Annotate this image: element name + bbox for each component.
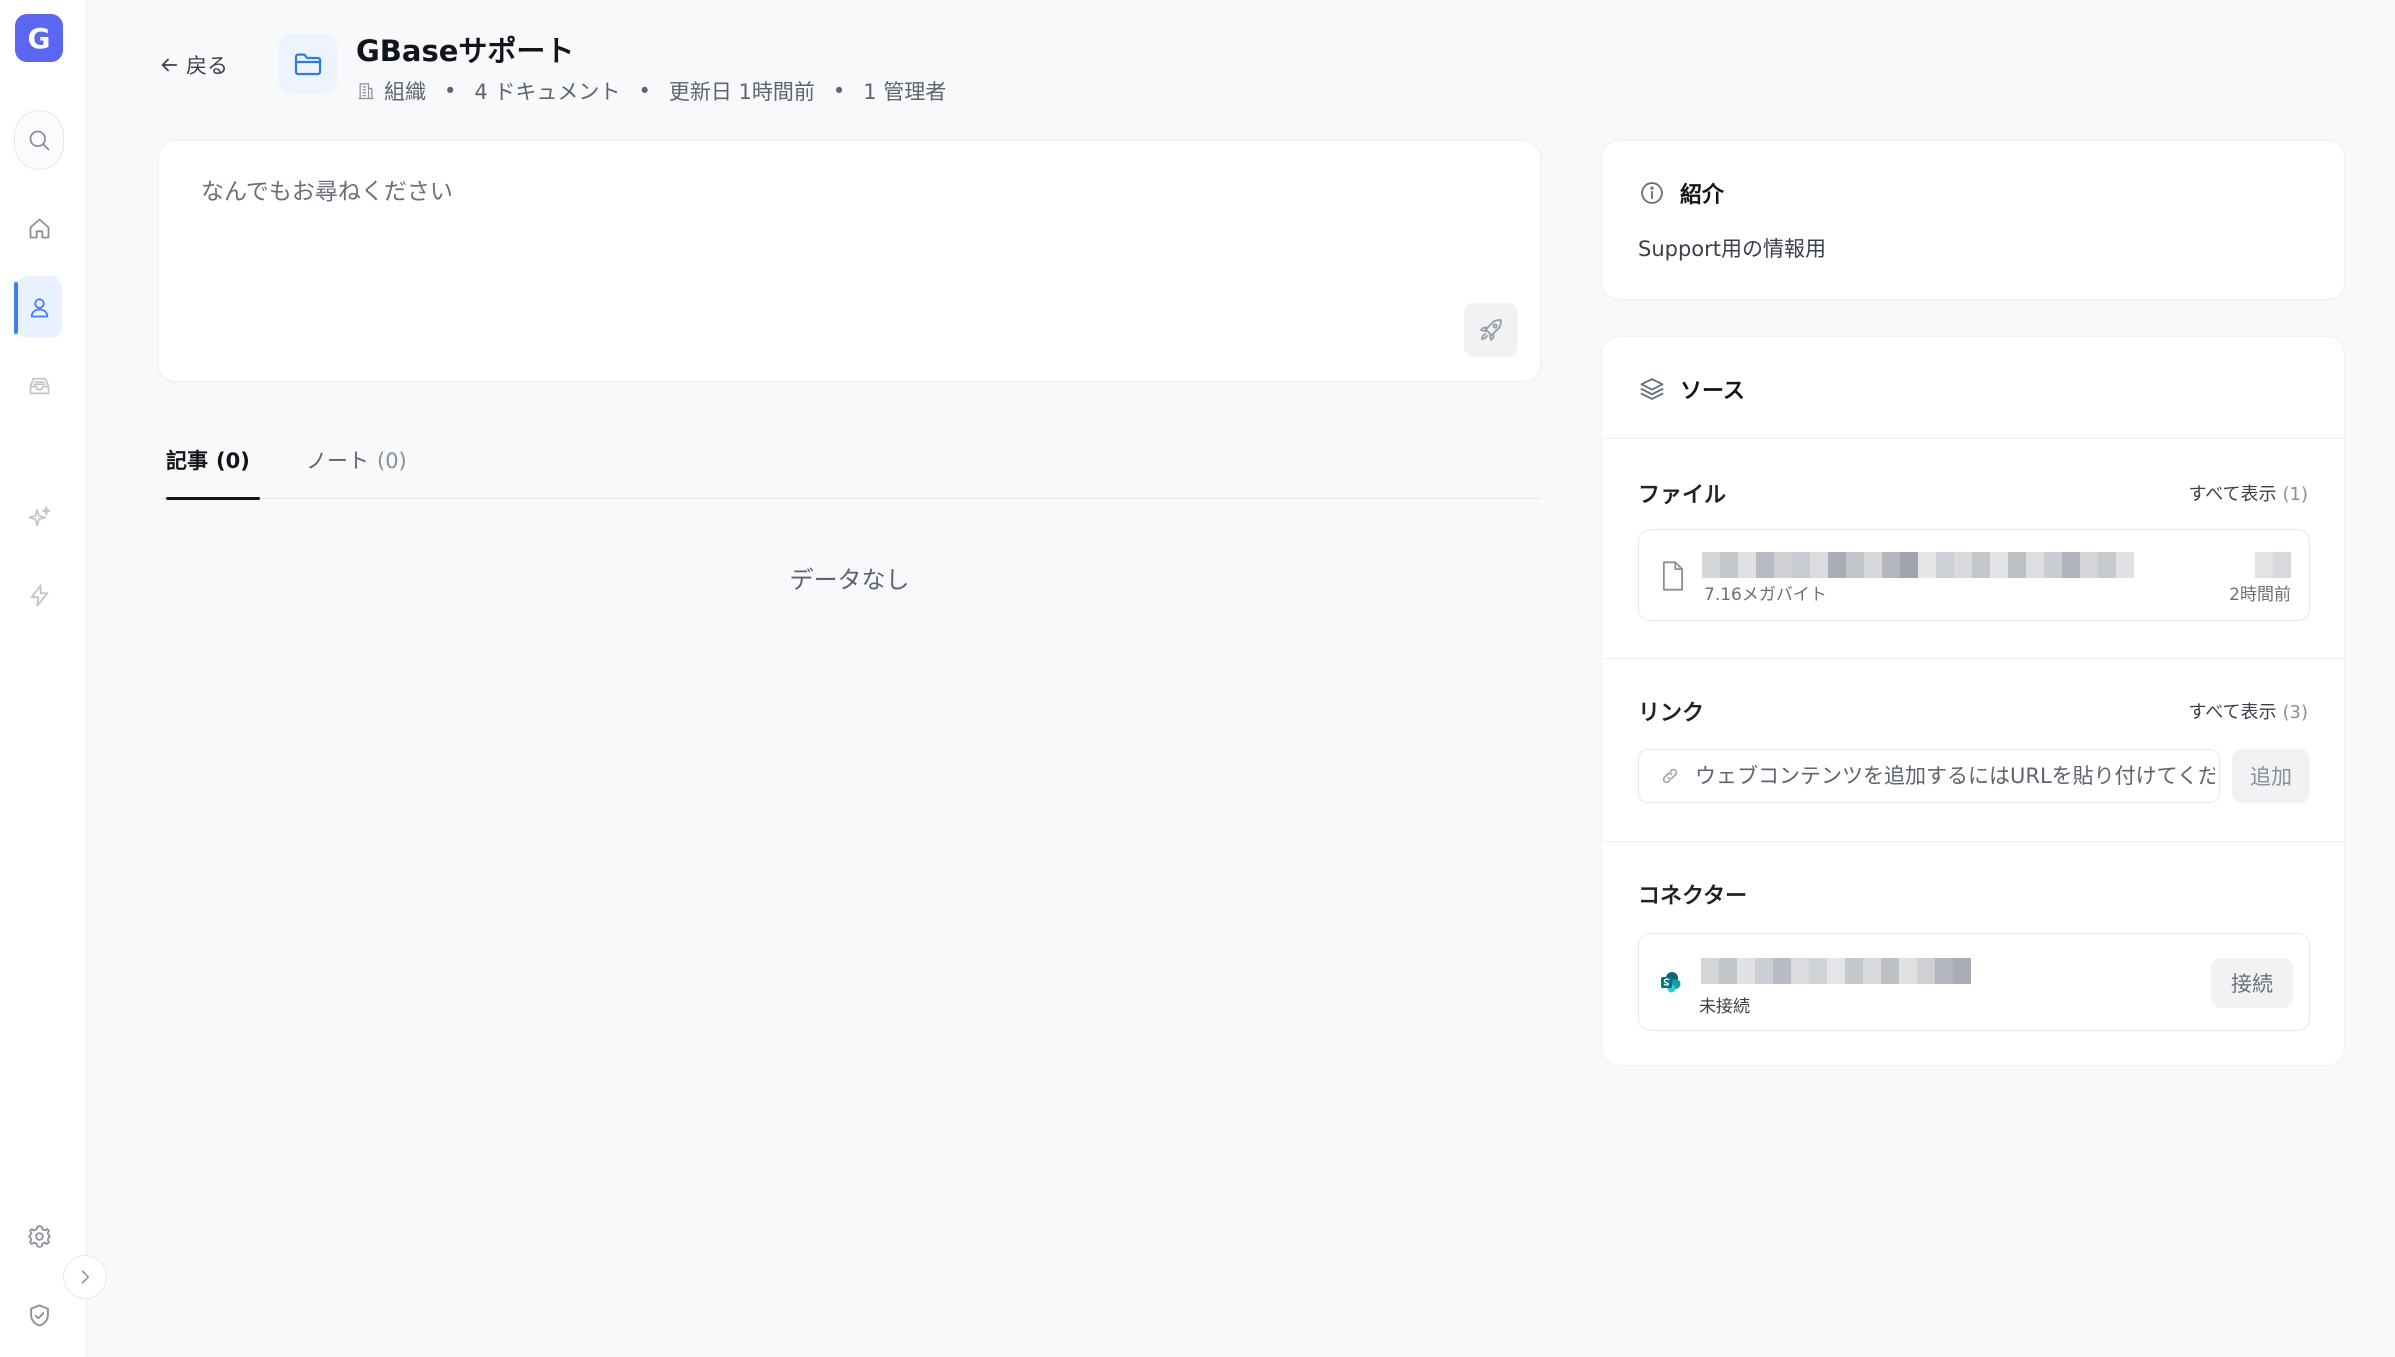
view-all-label: すべて表示 xyxy=(2188,702,2277,723)
file-item[interactable]: 7.16メガバイト 2時間前 xyxy=(1638,529,2310,621)
meta-scope: 組織 xyxy=(384,80,426,104)
tab-count: (0) xyxy=(216,449,250,473)
sources-title: ソース xyxy=(1638,373,1745,405)
intro-card: 紹介 Support用の情報用 xyxy=(1601,140,2345,300)
meta-updated: 更新日 1時間前 xyxy=(668,80,815,104)
intro-title: 紹介 xyxy=(1638,177,1724,209)
meta-separator: • xyxy=(444,79,457,103)
files-label: ファイル xyxy=(1638,483,1727,508)
connector-status: 未接続 xyxy=(1699,997,1750,1017)
meta-separator: • xyxy=(832,79,846,103)
sparkles-icon xyxy=(27,505,51,526)
rocket-icon xyxy=(1480,319,1502,341)
link-icon xyxy=(1662,768,1678,784)
sidebar-collapse-button[interactable] xyxy=(63,1255,107,1299)
search-icon xyxy=(29,130,49,150)
sidebar-item-ai[interactable] xyxy=(16,494,62,540)
connector-item: 未接続 接続 xyxy=(1638,933,2310,1031)
intro-title-label: 紹介 xyxy=(1680,183,1725,208)
ask-input[interactable] xyxy=(201,179,1481,205)
divider xyxy=(1602,438,2344,439)
sidebar: G xyxy=(0,0,87,1357)
tab-articles[interactable]: 記事 (0) xyxy=(166,445,260,500)
sidebar-item-knowledge[interactable] xyxy=(14,276,62,338)
home-icon xyxy=(29,218,49,238)
send-button[interactable] xyxy=(1464,303,1518,357)
link-input-wrapper xyxy=(1638,749,2220,803)
gear-icon xyxy=(27,1224,51,1248)
link-add-row: 追加 xyxy=(1638,749,2310,803)
divider xyxy=(1602,658,2344,659)
layers-icon xyxy=(1640,378,1664,400)
connectors-label: コネクター xyxy=(1638,884,1748,909)
back-button[interactable]: 戻る xyxy=(158,50,228,80)
arrow-left-icon xyxy=(161,58,178,72)
file-time: 2時間前 xyxy=(2229,585,2291,605)
sidebar-item-settings[interactable] xyxy=(16,1213,62,1259)
page-meta: 組織 • 4 ドキュメント • 更新日 1時間前 • 1 管理者 xyxy=(356,76,946,106)
links-view-all-link[interactable]: すべて表示 (3) xyxy=(2188,698,2308,724)
page-title: GBaseサポート xyxy=(356,34,575,68)
info-icon xyxy=(1641,182,1663,204)
file-name-redacted xyxy=(1702,552,2134,578)
intro-text: Support用の情報用 xyxy=(1638,237,1827,261)
chevron-right-icon xyxy=(81,1270,90,1284)
sidebar-item-home[interactable] xyxy=(16,205,62,251)
sidebar-item-security[interactable] xyxy=(16,1292,62,1338)
content-tabs: 記事 (0) ノート (0) xyxy=(158,435,1541,500)
file-icon xyxy=(1659,560,1687,592)
sharepoint-icon xyxy=(1661,972,1681,993)
tab-label: 記事 xyxy=(166,449,208,473)
tab-notes[interactable]: ノート (0) xyxy=(306,445,407,499)
sources-card: ソース ファイル すべて表示 (1) 7.16メガバイト 2時間前 リンク すべて… xyxy=(1601,336,2345,1066)
sidebar-item-automation[interactable] xyxy=(16,572,62,618)
connect-button[interactable]: 接続 xyxy=(2211,958,2293,1008)
meta-separator: • xyxy=(638,79,651,103)
lightning-icon xyxy=(30,583,48,607)
link-url-input[interactable] xyxy=(1695,764,2215,788)
links-label: リンク xyxy=(1638,701,1705,726)
file-owner-redacted xyxy=(2255,552,2291,578)
folder-icon xyxy=(294,53,322,76)
back-label: 戻る xyxy=(186,54,228,78)
shield-check-icon xyxy=(29,1303,49,1327)
knowledge-base-icon-box xyxy=(278,34,338,94)
building-icon xyxy=(358,83,374,100)
sources-title-label: ソース xyxy=(1680,379,1745,404)
add-link-button[interactable]: 追加 xyxy=(2232,749,2310,803)
inbox-icon xyxy=(29,377,49,394)
meta-admins: 1 管理者 xyxy=(863,80,947,104)
search-button[interactable] xyxy=(14,110,64,170)
files-count: (1) xyxy=(2282,484,2309,505)
ask-box xyxy=(158,140,1541,382)
user-icon xyxy=(30,297,48,317)
tab-label: ノート xyxy=(306,449,369,473)
meta-documents: 4 ドキュメント xyxy=(474,80,621,104)
files-view-all-link[interactable]: すべて表示 (1) xyxy=(2188,480,2308,506)
connector-name-redacted xyxy=(1701,958,1971,984)
view-all-label: すべて表示 xyxy=(2188,484,2277,505)
empty-state: データなし xyxy=(789,566,910,594)
file-size: 7.16メガバイト xyxy=(1704,585,1827,605)
sidebar-item-inbox[interactable] xyxy=(16,362,62,408)
app-logo[interactable]: G xyxy=(15,14,63,62)
divider xyxy=(1602,841,2344,842)
links-count: (3) xyxy=(2282,702,2309,723)
tab-count: (0) xyxy=(377,449,407,473)
